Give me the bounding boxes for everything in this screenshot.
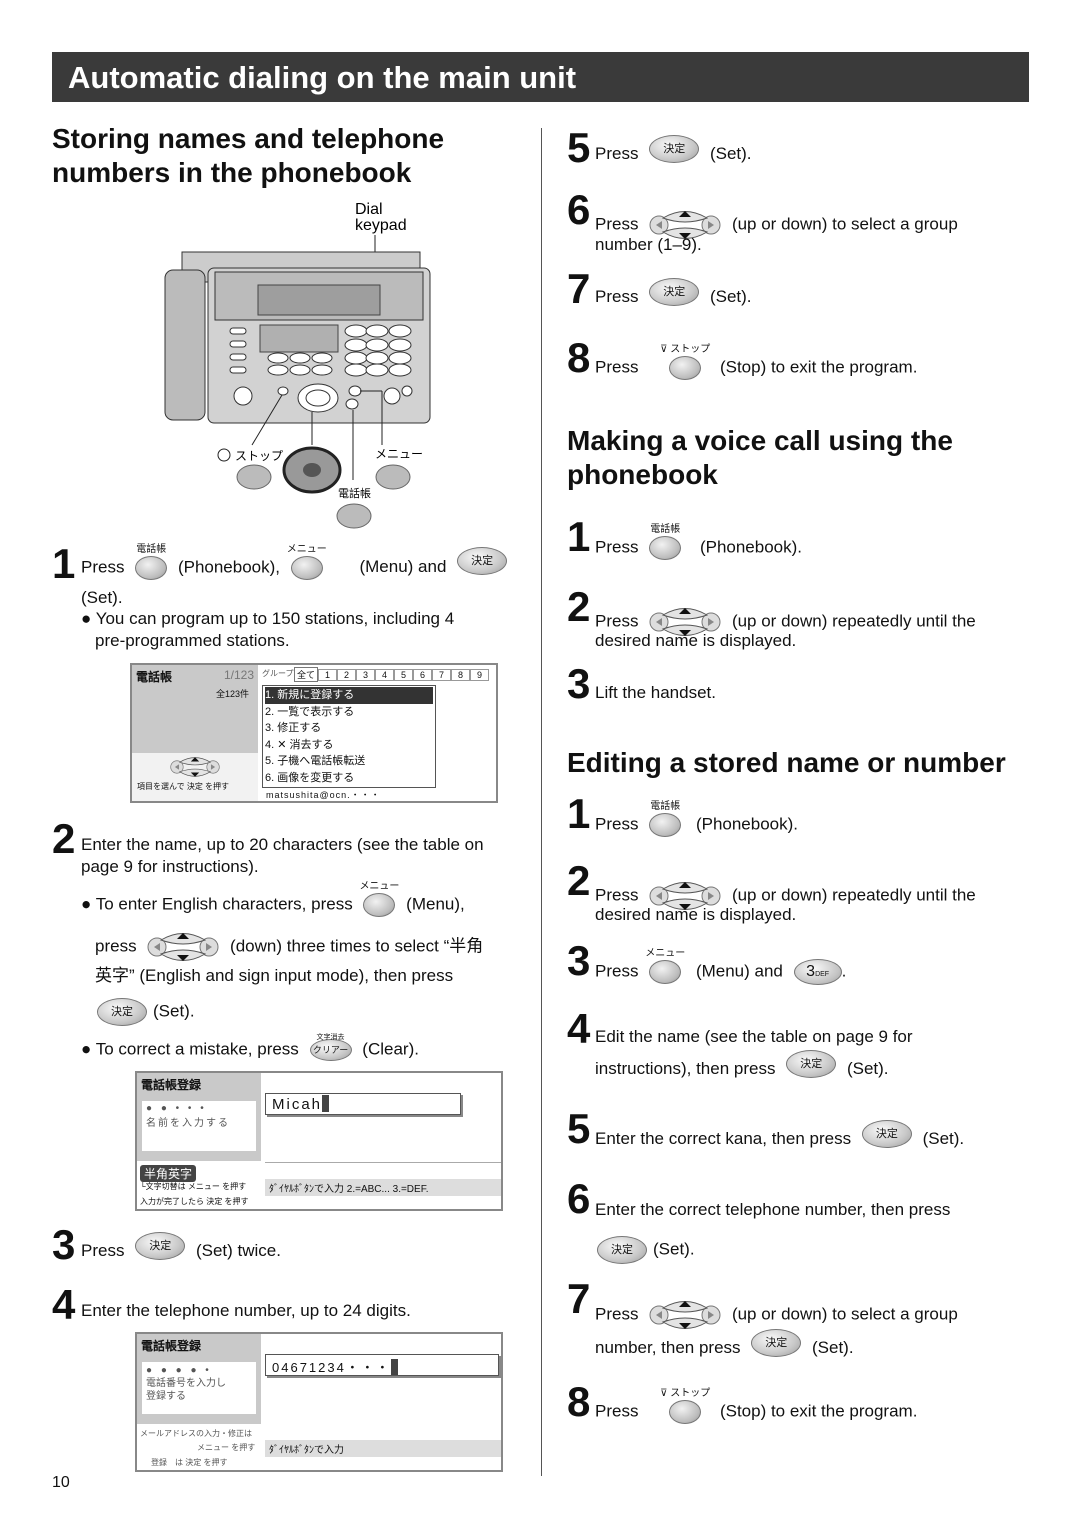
set-key-icon: 決定 [786,1049,837,1078]
clear-key-icon: 文字消去 クリアー [309,1034,352,1061]
set-key-icon: 決定 [649,134,700,163]
lcd-name-entry: 電話帳登録 ● ● • • • 名前を入力する Micah 半角英字 └文字切替は… [135,1071,503,1211]
group-tab[interactable]: 2 [337,669,356,681]
menu-key-icon: メニュー [645,948,685,984]
section-heading-storing: Storing names and telephone numbers in t… [52,123,445,188]
phonebook-label: 電話帳 [338,486,371,500]
group-tab[interactable]: 3 [356,669,375,681]
tab-all[interactable]: 全て [294,667,319,682]
menu-key-icon: メニュー [359,881,399,917]
menu-item[interactable]: 6. 画像を変更する [265,770,433,787]
key-3-def-icon: 3DEF [793,959,842,985]
column-divider [541,128,542,1476]
group-tab[interactable]: 7 [432,669,451,681]
lcd-number-entry: 電話帳登録 ● ● ● ● • 電話番号を入力し 登録する メールアドレスの入力・… [135,1332,503,1472]
group-tab[interactable]: 8 [451,669,470,681]
group-tab[interactable]: 1 [318,669,337,681]
phonebook-key-icon: 電話帳 [649,801,682,837]
step-number: 1 [52,540,76,587]
stop-key-icon: ⊽ ストップ [660,344,710,380]
phonebook-key-icon: 電話帳 [649,524,682,560]
set-key-icon: 決定 [135,1231,186,1260]
menu-item[interactable]: 4. ✕ 消去する [265,737,433,754]
stop-key-icon: ⊽ ストップ [660,1388,710,1424]
menu-item[interactable]: 1. 新規に登録する [265,687,433,704]
menu-item[interactable]: 3. 修正する [265,720,433,737]
section-heading-voice: Making a voice call using the phonebook [567,425,953,490]
navigator-icon [170,755,220,779]
menu-item[interactable]: 2. 一覧で表示する [265,704,433,721]
name-field[interactable]: Micah [265,1093,461,1115]
set-key-icon: 決定 [649,277,700,306]
set-key-icon: 決定 [597,1236,647,1264]
group-tabs: 1 2 3 4 5 6 7 8 9 [318,669,489,681]
page-number: 10 [52,1474,70,1491]
group-tab[interactable]: 4 [375,669,394,681]
dial-keypad-label: Dial [355,201,383,218]
menu-item[interactable]: 5. 子機へ電話帳転送 [265,753,433,770]
menu-label: メニュー [375,447,423,461]
svg-text:keypad: keypad [355,217,407,234]
section-heading-editing: Editing a stored name or number [567,747,1006,778]
step-1-text: Press 電話帳 (Phonebook), メニュー (Menu) and 決… [81,544,513,580]
phonebook-menu: 1. 新規に登録する 2. 一覧で表示する 3. 修正する 4. ✕ 消去する … [262,685,436,788]
phonebook-key-icon: 電話帳 [135,544,168,580]
group-tab[interactable]: 6 [413,669,432,681]
set-key-icon: 決定 [751,1328,802,1357]
group-tab[interactable]: 5 [394,669,413,681]
fax-machine-illustration: Dial keypad ストップ メニュー 電話帳 [164,201,431,529]
menu-key-icon: メニュー [287,544,327,580]
navigator-key-icon [649,1298,721,1332]
lcd-phonebook-menu: 電話帳 1/123 全123件 項目を選んで 決定 を押す グループ 全て 1 … [130,663,498,803]
stop-label: ストップ [235,449,283,463]
number-field[interactable]: 04671234・・・ [265,1354,499,1376]
navigator-key-icon [147,930,219,964]
set-key-icon: 決定 [97,998,147,1026]
set-key-icon: 決定 [457,547,508,575]
set-key-icon: 決定 [861,1119,912,1148]
group-tab[interactable]: 9 [470,669,489,681]
page-title: Automatic dialing on the main unit [52,52,1029,102]
